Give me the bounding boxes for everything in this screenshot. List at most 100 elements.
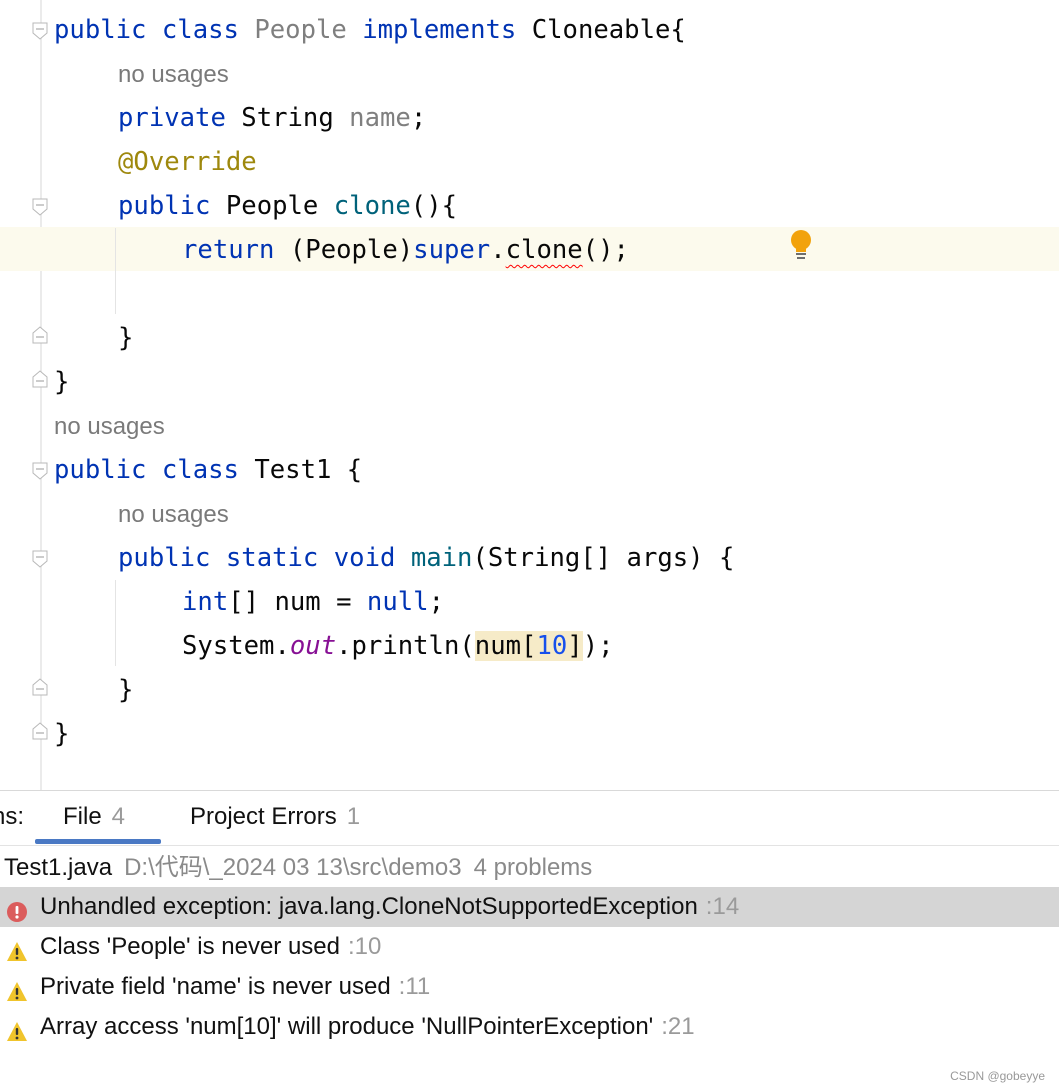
problem-text: Class 'People' is never used <box>40 933 340 960</box>
tab-count: 4 <box>111 803 126 830</box>
fold-toggle-icon[interactable] <box>32 550 48 568</box>
usage-hint[interactable]: no usages <box>118 493 229 537</box>
problem-text: Unhandled exception: java.lang.CloneNotS… <box>40 893 698 920</box>
fold-end-icon[interactable] <box>32 722 48 740</box>
code-line[interactable]: public class People implements Cloneable… <box>54 8 686 52</box>
keyword: implements <box>362 15 517 45</box>
fold-toggle-icon[interactable] <box>32 22 48 40</box>
fold-end-icon[interactable] <box>32 326 48 344</box>
punctuation: ; <box>410 103 427 133</box>
tab-count: 1 <box>346 803 361 830</box>
problem-text: Array access 'num[10]' will produce 'Nul… <box>40 1013 654 1040</box>
class-reference: System. <box>182 631 290 661</box>
keyword: class <box>161 455 239 485</box>
code-line[interactable]: } <box>118 316 133 360</box>
keyword: public <box>118 191 211 221</box>
code-line[interactable]: int[] num = null; <box>182 580 444 624</box>
punctuation: (); <box>582 235 629 265</box>
indent-guide <box>115 228 116 314</box>
code-line[interactable]: @Override <box>118 140 257 184</box>
fold-toggle-icon[interactable] <box>32 462 48 480</box>
problem-item[interactable]: Private field 'name' is never used :11 <box>0 967 1059 1007</box>
keyword: int <box>182 587 229 617</box>
parameters: (String[] args) { <box>472 543 735 573</box>
code-line[interactable]: } <box>118 668 133 712</box>
code-line[interactable]: public People clone(){ <box>118 184 457 228</box>
tab-label: Project Errors <box>190 803 337 830</box>
error-icon <box>6 896 28 922</box>
method-name: clone <box>333 191 411 221</box>
warning-icon <box>6 1016 28 1041</box>
problem-text: Private field 'name' is never used <box>40 973 391 1000</box>
class-name: Test1 { <box>254 455 363 485</box>
problem-line: :11 <box>398 973 431 1000</box>
lightbulb-icon[interactable] <box>789 229 813 261</box>
closing-brace: } <box>118 323 134 353</box>
warning-icon <box>6 936 28 961</box>
problem-item[interactable]: Unhandled exception: java.lang.CloneNotS… <box>0 887 1059 927</box>
usage-hint[interactable]: no usages <box>118 53 229 97</box>
problem-file-node[interactable]: Test1.java D:\代码\_2024 03 13\src\demo3 4 p… <box>4 851 592 885</box>
array-access: num[ <box>474 631 537 661</box>
closing-brace: } <box>118 675 134 705</box>
problem-line: :10 <box>348 933 382 960</box>
code-line[interactable]: System.out.println(num[10]); <box>182 624 614 668</box>
fold-toggle-icon[interactable] <box>32 198 48 216</box>
keyword: public <box>118 543 211 573</box>
closing-brace: } <box>54 719 70 749</box>
warning-icon <box>6 976 28 1001</box>
code-line[interactable]: public static void main(String[] args) { <box>118 536 734 580</box>
keyword: private <box>118 103 226 133</box>
method-call: .println( <box>336 631 475 661</box>
type-name: String <box>241 103 334 133</box>
number-literal: 10 <box>536 631 568 661</box>
fold-end-icon[interactable] <box>32 370 48 388</box>
cast-expression: (People) <box>289 235 414 265</box>
interface-name: Cloneable{ <box>531 15 686 45</box>
class-name-unused: People <box>254 15 347 45</box>
watermark: CSDN @gobeyye <box>950 1069 1045 1083</box>
keyword: null <box>366 587 429 617</box>
keyword: super <box>413 235 491 265</box>
error-squiggle[interactable]: clone <box>506 235 583 265</box>
keyword: static <box>225 543 319 573</box>
tab-label: File <box>63 803 102 830</box>
problems-tab-bar: ns: File 4 Project Errors 1 <box>0 791 1059 846</box>
tab-project-errors[interactable]: Project Errors 1 <box>190 803 360 831</box>
keyword: public <box>54 455 147 485</box>
indent-guide <box>115 580 116 666</box>
method-name: main <box>410 543 473 573</box>
warning-highlight[interactable]: num[10] <box>474 631 583 661</box>
field-name-unused: name <box>349 103 411 133</box>
punctuation: . <box>490 235 506 265</box>
closing-brace: } <box>54 367 70 397</box>
code-line[interactable]: } <box>54 712 69 756</box>
active-tab-indicator <box>35 839 161 844</box>
keyword: return <box>182 235 275 265</box>
problem-line: :21 <box>661 1013 695 1040</box>
punctuation: (){ <box>410 191 458 221</box>
code-line[interactable]: } <box>54 360 69 404</box>
editor-gutter[interactable] <box>0 0 40 790</box>
problem-item[interactable]: Array access 'num[10]' will produce 'Nul… <box>0 1007 1059 1047</box>
keyword: public <box>54 15 147 45</box>
problem-count: 4 problems <box>473 854 593 881</box>
code-line-current[interactable]: return (People)super.clone(); <box>182 228 629 272</box>
usage-hint[interactable]: no usages <box>54 405 165 449</box>
annotation: @Override <box>118 147 257 177</box>
keyword: class <box>161 15 239 45</box>
type-name: People <box>225 191 319 221</box>
problem-line: :14 <box>705 893 740 920</box>
declaration: [] num = <box>228 587 367 617</box>
tab-file[interactable]: File 4 <box>63 803 125 831</box>
code-line[interactable]: private String name; <box>118 96 426 140</box>
problem-item[interactable]: Class 'People' is never used :10 <box>0 927 1059 967</box>
code-editor[interactable]: public class People implements Cloneable… <box>0 0 1059 790</box>
keyword: void <box>333 543 396 573</box>
file-name: Test1.java <box>4 854 113 881</box>
fold-end-icon[interactable] <box>32 678 48 696</box>
punctuation: ] <box>567 631 583 661</box>
code-line[interactable]: public class Test1 { <box>54 448 362 492</box>
file-path: D:\代码\_2024 03 13\src\demo3 <box>124 854 462 881</box>
gutter-separator <box>40 0 42 790</box>
